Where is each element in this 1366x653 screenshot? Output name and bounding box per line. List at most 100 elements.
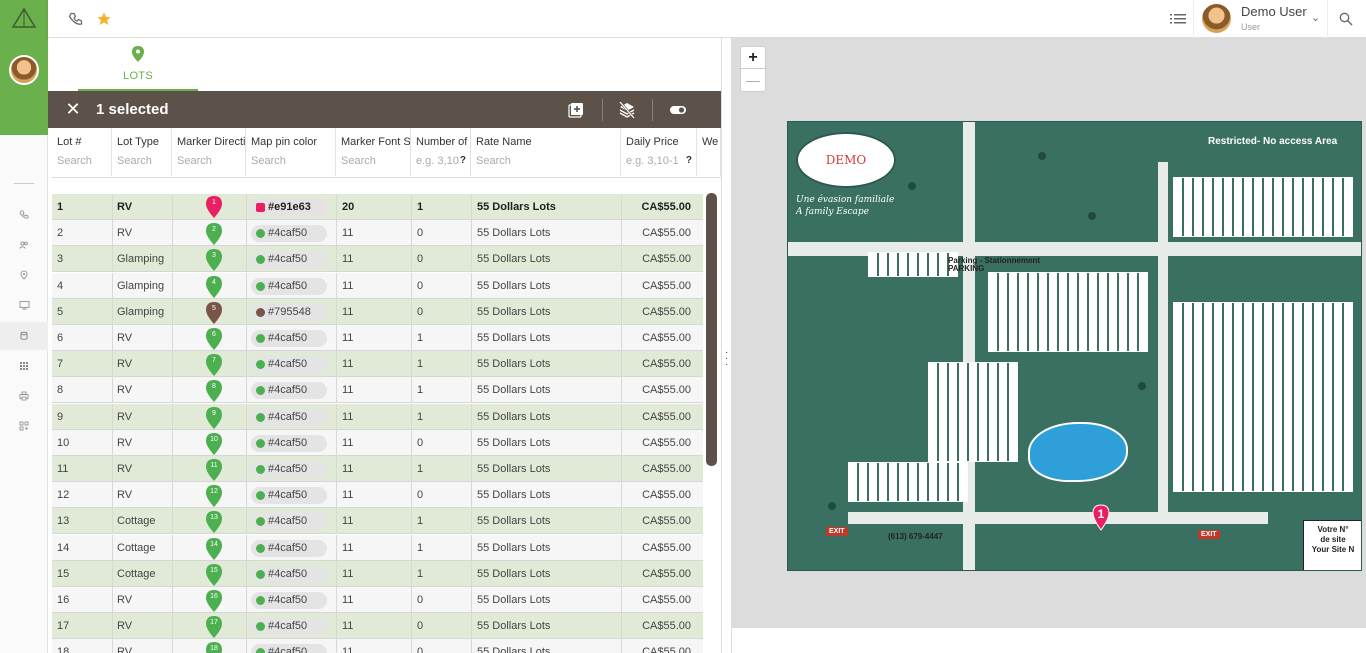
cell-daily-price[interactable]: CA$55.00	[612, 351, 691, 377]
cell-number-of[interactable]: 0	[417, 639, 423, 653]
cell-number-of[interactable]: 0	[417, 613, 423, 639]
cell-map-pin-color[interactable]: #4caf50	[246, 561, 336, 587]
column-label[interactable]: We	[702, 136, 718, 148]
color-chip[interactable]: #4caf50	[251, 434, 327, 452]
cell-map-pin-color[interactable]: #4caf50	[246, 482, 336, 508]
cell-rate-name[interactable]: 55 Dollars Lots	[477, 246, 550, 272]
marker-pin-icon[interactable]: 3	[204, 248, 224, 272]
color-chip[interactable]: #4caf50	[251, 644, 327, 653]
cell-marker-font-size[interactable]: 11	[342, 639, 353, 653]
cell-number-of[interactable]: 0	[417, 273, 423, 299]
cell-daily-price[interactable]: CA$55.00	[612, 587, 691, 613]
zoom-in-button[interactable]: +	[741, 47, 765, 69]
column-header[interactable]: Number of e.g. 3,10?	[411, 128, 471, 176]
table-row[interactable]: 8 RV 11 1 55 Dollars Lots CA$55.00 8 #4caf50	[52, 377, 703, 404]
table-row[interactable]: 13 Cottage 11 1 55 Dollars Lots CA$55.00 13 #4c…	[52, 508, 703, 535]
column-label[interactable]: Daily Price	[626, 136, 679, 148]
cell-lot-number[interactable]: 6	[57, 325, 63, 351]
cell-number-of[interactable]: 1	[417, 561, 423, 587]
cell-lot-number[interactable]: 14	[57, 535, 69, 561]
cell-rate-name[interactable]: 55 Dollars Lots	[477, 508, 550, 534]
marker-pin-icon[interactable]: 6	[204, 327, 224, 351]
toggle-icon[interactable]	[668, 100, 688, 120]
table-row[interactable]: 7 RV 11 1 55 Dollars Lots CA$55.00 7 #4caf50	[52, 351, 703, 378]
layers-off-icon[interactable]	[617, 100, 637, 120]
cell-marker-font-size[interactable]: 11	[342, 273, 353, 299]
table-row[interactable]: 11 RV 11 1 55 Dollars Lots CA$55.00 11 #4caf50	[52, 456, 703, 482]
marker-pin-icon[interactable]: 15	[204, 563, 224, 587]
cell-number-of[interactable]: 1	[417, 194, 423, 220]
cell-number-of[interactable]: 0	[417, 430, 423, 456]
table-row[interactable]: 17 RV 11 0 55 Dollars Lots CA$55.00 17 #4caf50	[52, 613, 703, 640]
cell-number-of[interactable]: 0	[417, 587, 423, 613]
cell-map-pin-color[interactable]: #795548	[246, 299, 336, 325]
cell-lot-type[interactable]: Cottage	[117, 561, 156, 587]
cell-number-of[interactable]: 1	[417, 404, 423, 430]
cell-lot-number[interactable]: 15	[57, 561, 69, 587]
campground-map-image[interactable]: DEMO Restricted- No access Area Une évas…	[787, 121, 1362, 571]
column-header[interactable]: Lot Type Search	[112, 128, 172, 176]
cell-rate-name[interactable]: 55 Dollars Lots	[477, 639, 550, 653]
cell-number-of[interactable]: 0	[417, 220, 423, 246]
cell-rate-name[interactable]: 55 Dollars Lots	[477, 273, 550, 299]
cell-lot-type[interactable]: RV	[117, 325, 132, 351]
cell-map-pin-color[interactable]: #4caf50	[246, 325, 336, 351]
cell-daily-price[interactable]: CA$55.00	[612, 508, 691, 534]
cell-daily-price[interactable]: CA$55.00	[612, 430, 691, 456]
marker-pin-icon[interactable]: 11	[204, 458, 224, 482]
cell-daily-price[interactable]: CA$55.00	[612, 639, 691, 653]
cell-map-pin-color[interactable]: #e91e63	[246, 194, 336, 220]
cell-lot-type[interactable]: RV	[117, 430, 132, 456]
marker-pin-icon[interactable]: 14	[204, 537, 224, 561]
cell-number-of[interactable]: 1	[417, 535, 423, 561]
cell-number-of[interactable]: 0	[417, 482, 423, 508]
column-header[interactable]: Marker Directi Search	[172, 128, 246, 176]
cell-number-of[interactable]: 1	[417, 351, 423, 377]
marker-pin-icon[interactable]: 17	[204, 615, 224, 639]
cell-lot-number[interactable]: 10	[57, 430, 69, 456]
add-box-icon[interactable]	[566, 100, 586, 120]
cell-rate-name[interactable]: 55 Dollars Lots	[477, 220, 550, 246]
column-label[interactable]: Map pin color	[251, 136, 317, 148]
cell-map-pin-color[interactable]: #4caf50	[246, 587, 336, 613]
search-icon[interactable]	[1336, 9, 1356, 29]
cell-daily-price[interactable]: CA$55.00	[612, 194, 691, 220]
marker-pin-icon[interactable]: 12	[204, 484, 224, 508]
marker-pin-icon[interactable]: 10	[204, 432, 224, 456]
color-chip[interactable]: #4caf50	[251, 461, 327, 478]
marker-pin-icon[interactable]: 5	[204, 301, 224, 325]
cell-lot-number[interactable]: 3	[57, 246, 63, 272]
cell-daily-price[interactable]: CA$55.00	[612, 273, 691, 299]
cell-lot-number[interactable]: 9	[57, 404, 63, 430]
cell-marker-font-size[interactable]: 11	[342, 613, 353, 639]
cell-lot-type[interactable]: Cottage	[117, 508, 156, 534]
cell-rate-name[interactable]: 55 Dollars Lots	[477, 482, 550, 508]
column-header[interactable]: Marker Font S Search	[336, 128, 411, 176]
cell-lot-type[interactable]: RV	[117, 639, 132, 653]
column-label[interactable]: Lot Type	[117, 136, 159, 148]
cell-daily-price[interactable]: CA$55.00	[612, 377, 691, 403]
table-row[interactable]: 6 RV 11 1 55 Dollars Lots CA$55.00 6 #4caf50	[52, 325, 703, 351]
close-icon[interactable]: ✕	[64, 100, 82, 118]
cell-lot-type[interactable]: RV	[117, 482, 132, 508]
column-filter-input[interactable]: e.g. 3,10	[416, 155, 459, 167]
cell-daily-price[interactable]: CA$55.00	[612, 561, 691, 587]
cell-lot-type[interactable]: RV	[117, 613, 132, 639]
color-chip[interactable]: #4caf50	[251, 487, 327, 505]
cell-marker-font-size[interactable]: 11	[342, 430, 353, 456]
list-icon[interactable]	[1168, 9, 1188, 29]
column-header[interactable]: We	[697, 128, 721, 176]
table-row[interactable]: 5 Glamping 11 0 55 Dollars Lots CA$55.00 5 #795…	[52, 298, 703, 325]
cell-lot-type[interactable]: RV	[117, 377, 132, 403]
cell-number-of[interactable]: 1	[417, 508, 423, 534]
table-row[interactable]: 4 Glamping 11 0 55 Dollars Lots CA$55.00 4 #4ca…	[52, 272, 703, 299]
cell-marker-font-size[interactable]: 11	[342, 377, 353, 403]
column-filter-input[interactable]: Search	[341, 155, 376, 167]
table-row[interactable]: 12 RV 11 0 55 Dollars Lots CA$55.00 12 #4caf50	[52, 482, 703, 509]
cell-number-of[interactable]: 0	[417, 246, 423, 272]
user-avatar[interactable]	[1202, 4, 1231, 33]
column-header[interactable]: Rate Name Search	[471, 128, 621, 176]
cell-lot-type[interactable]: Glamping	[117, 273, 164, 299]
marker-pin-icon[interactable]: 1	[204, 195, 224, 219]
color-chip[interactable]: #4caf50	[251, 565, 327, 583]
